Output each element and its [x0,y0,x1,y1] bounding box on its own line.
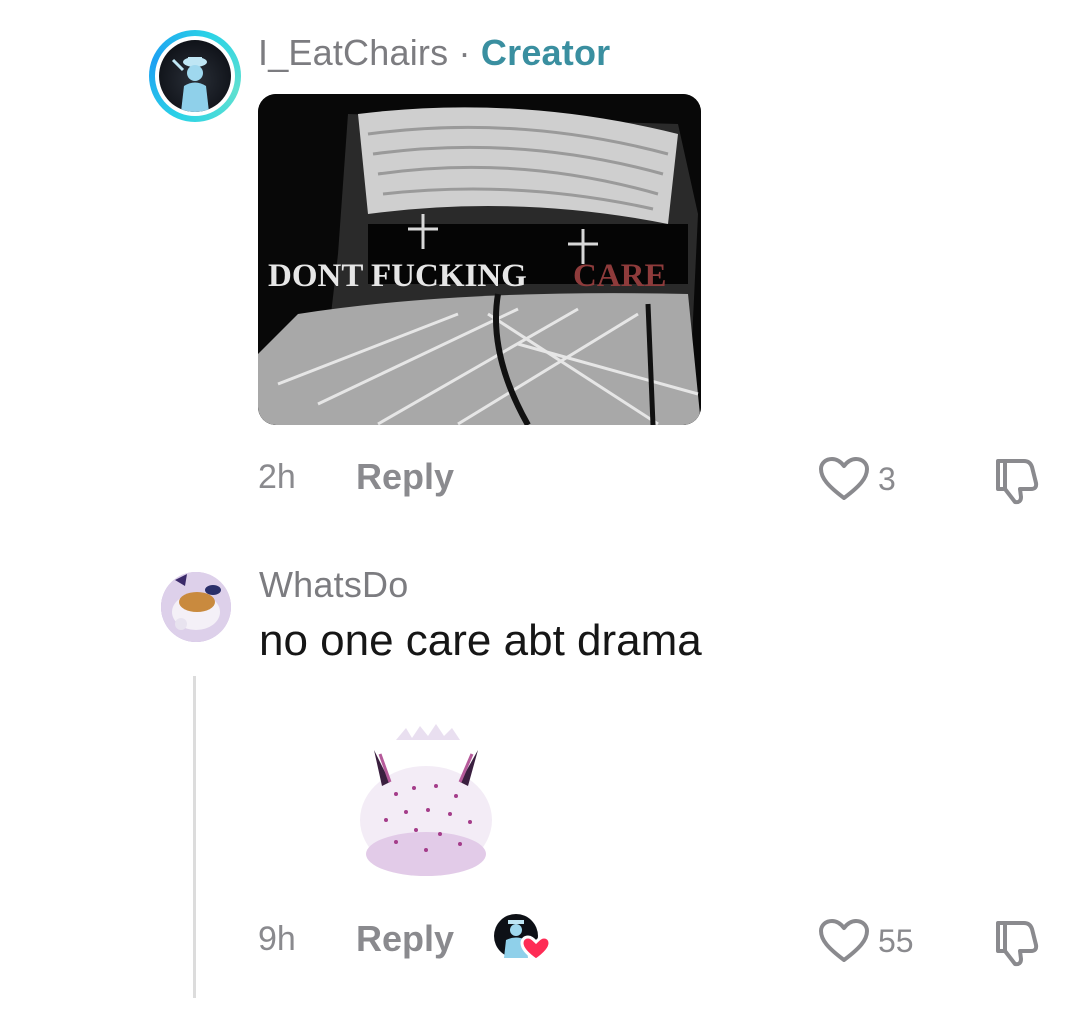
thread-line [193,676,196,998]
reply-button[interactable]: Reply [356,456,454,498]
creator-badge: Creator [480,32,611,73]
comment-header: I_EatChairs · Creator [258,32,610,74]
comment-image[interactable]: DONT FUCKING CARE [258,94,701,425]
thumbs-down-icon[interactable] [990,917,1040,967]
comment-text: no one care abt drama [259,616,702,665]
creator-avatar[interactable] [149,30,241,122]
image-caption-white: DONT FUCKING [268,258,527,294]
heart-outline-icon[interactable] [818,918,870,964]
username[interactable]: WhatsDo [259,564,408,606]
creator-liked-badge [492,910,552,964]
timestamp: 2h [258,458,296,496]
sketch-helmet-image: DONT FUCKING CARE [258,94,701,425]
heart-outline-icon[interactable] [818,456,870,502]
separator: · [458,32,471,73]
user-avatar[interactable] [161,572,231,642]
like-count: 55 [878,923,914,959]
timestamp: 9h [258,920,296,958]
thumbs-down-icon[interactable] [990,455,1040,505]
username[interactable]: I_EatChairs [258,32,448,73]
like-count: 3 [878,461,896,497]
avatar-image [159,40,231,112]
sticker-image[interactable] [356,724,498,880]
avatar-image [161,572,231,642]
reply-button[interactable]: Reply [356,918,454,960]
image-caption-red: CARE [573,258,667,294]
